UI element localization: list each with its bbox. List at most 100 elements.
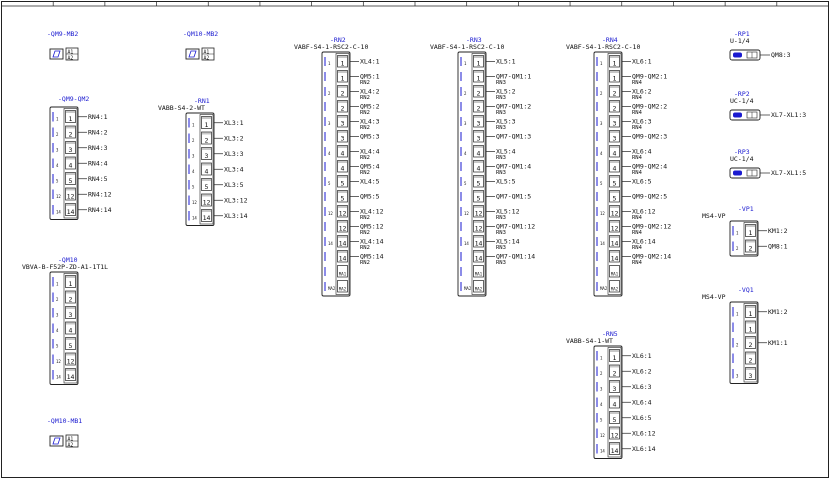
device-subtitle: MS4-VP — [702, 212, 726, 220]
pin-label: A2 — [204, 55, 210, 61]
left-pin-number: 12 — [56, 359, 61, 364]
terminal-number: 14 — [339, 255, 347, 263]
terminal-number: 1 — [69, 115, 73, 123]
terminal-number: MA1 — [475, 272, 483, 277]
coil-box — [49, 48, 64, 60]
terminal-number: 3 — [341, 120, 345, 128]
terminal-number: 1 — [749, 310, 753, 318]
device-qm10-mb1: -QM10-MB1 A1A2 — [47, 417, 82, 448]
terminal-number: 3 — [69, 146, 73, 154]
device-subtitle: VABF-S4-1-RSC2-C-10 — [294, 43, 368, 51]
terminal-cap — [66, 142, 75, 144]
terminal-cap — [474, 176, 483, 178]
terminal-number: 2 — [205, 137, 209, 145]
connection-label: RN2 — [360, 260, 370, 266]
device-rp3: -RP3UC-1/4XL7-XL1:5 — [729, 148, 806, 179]
terminal-number: 1 — [341, 60, 345, 68]
connection-label: XL6:1 — [632, 352, 652, 360]
connection-label: KM1:2 — [768, 227, 788, 235]
terminal-cap — [202, 148, 211, 150]
device-tag: -QM9-QM2 — [58, 95, 89, 103]
connection-label: XL6:3 — [632, 383, 652, 391]
terminal-number: MA1 — [339, 272, 347, 277]
terminal-number: 4 — [341, 165, 345, 173]
connection-label: RN3 — [496, 155, 506, 161]
terminal-cap — [746, 337, 755, 339]
device-tag: -QM9-MB2 — [47, 30, 78, 38]
terminal-number: 3 — [613, 120, 617, 128]
terminal-number: 3 — [341, 135, 345, 143]
terminal-cap — [610, 206, 619, 208]
connection-label: XL3:5 — [224, 181, 244, 189]
device-tag: -VP1 — [738, 205, 754, 213]
terminal-number: 4 — [613, 401, 617, 409]
terminal-cap — [610, 191, 619, 193]
terminal-number: MA2 — [339, 287, 347, 292]
terminal-cap — [610, 251, 619, 253]
connection-label: RN3 — [496, 80, 506, 86]
connection-label: RN4 — [632, 110, 643, 116]
device-qm9-qm2: -QM9-QM21 1 RN4:12 2 RN4:23 3 RN4:34 4 RN4:45 5 RN… — [49, 95, 112, 220]
terminal-number: 1 — [341, 75, 345, 83]
connection-label: KM1:2 — [768, 308, 788, 316]
terminal-cap — [66, 338, 75, 340]
terminal-number: 5 — [477, 195, 481, 203]
terminal-number: 12 — [203, 199, 211, 207]
left-pin-number: 14 — [192, 216, 197, 221]
connection-label: RN3 — [496, 95, 506, 101]
device-subtitle: VABB-S4-1-WT — [566, 337, 613, 345]
device-subtitle: UC-1/4 — [730, 97, 754, 105]
terminal-cap — [66, 126, 75, 129]
sensor-symbol — [733, 170, 742, 176]
terminal-number: 2 — [69, 296, 73, 304]
left-pin-number: 14 — [464, 241, 469, 246]
terminal-cap — [610, 427, 619, 430]
terminal-number: MA1 — [611, 272, 619, 277]
connection-label: QM5:3 — [360, 133, 380, 141]
connection-label: RN2 — [360, 80, 370, 86]
terminal-number: 12 — [67, 358, 75, 366]
terminal-cap — [338, 116, 347, 118]
terminal-number: 1 — [613, 60, 617, 68]
terminal-number: 1 — [477, 75, 481, 83]
terminal-cap — [338, 176, 347, 178]
device-subtitle: VBVA-B-F52P-ZD-A1-1T1L — [22, 263, 108, 271]
terminal-number: 2 — [341, 105, 345, 113]
connection-label: RN4 — [632, 80, 643, 86]
terminal-cap — [474, 56, 483, 58]
terminal-number: 14 — [475, 255, 483, 263]
sensor-symbol — [733, 52, 742, 58]
terminal-cap — [610, 161, 619, 163]
terminal-cap — [610, 350, 619, 352]
terminal-cap — [338, 236, 347, 238]
terminal-cap — [610, 236, 619, 238]
device-rn4: -RN4VABF-S4-1-RSC2-C-101 1 XL6:11 QM9-QM2:1… — [566, 36, 671, 297]
terminal-cap — [338, 71, 347, 73]
left-pin-number: 12 — [328, 211, 333, 216]
terminal-number: 1 — [205, 121, 209, 129]
terminal-number: 14 — [611, 255, 619, 263]
terminal-number: 5 — [613, 180, 617, 188]
connection-label: RN4 — [632, 155, 643, 161]
device-vp1: -VP1MS4-VP1 1 KM1:22 2 QM8:1 — [702, 205, 788, 257]
terminal-cap — [474, 116, 483, 118]
left-pin-number: MA2 — [328, 286, 336, 291]
connection-label: QM8:1 — [768, 242, 788, 250]
terminal-cap — [746, 368, 755, 370]
connection-label: RN3 — [496, 230, 506, 236]
terminal-cap — [610, 221, 619, 223]
connection-label: RN4 — [632, 125, 643, 131]
device-rp1: -RP1U-1/4QM8:3 — [729, 30, 791, 61]
connection-label: RN4 — [632, 245, 643, 251]
left-pin-number: 14 — [56, 210, 61, 215]
terminal-cap — [338, 131, 347, 133]
connection-label: RN4:5 — [88, 175, 108, 183]
terminal-cap — [474, 251, 483, 253]
terminal-cap — [746, 225, 755, 227]
device-vq1: -VQ1MS4-VP1 1 KM1:212 2 KM1:123 3 — [702, 286, 788, 384]
device-rn3: -RN3VABF-S4-1-RSC2-C-101 1 XL5:11 QM7-QM1:1… — [430, 36, 535, 297]
device-subtitle: VABF-S4-1-RSC2-C-10 — [430, 43, 504, 51]
sheet-border — [1, 1, 829, 478]
terminal-cap — [66, 276, 75, 278]
terminal-number: 1 — [613, 354, 617, 362]
